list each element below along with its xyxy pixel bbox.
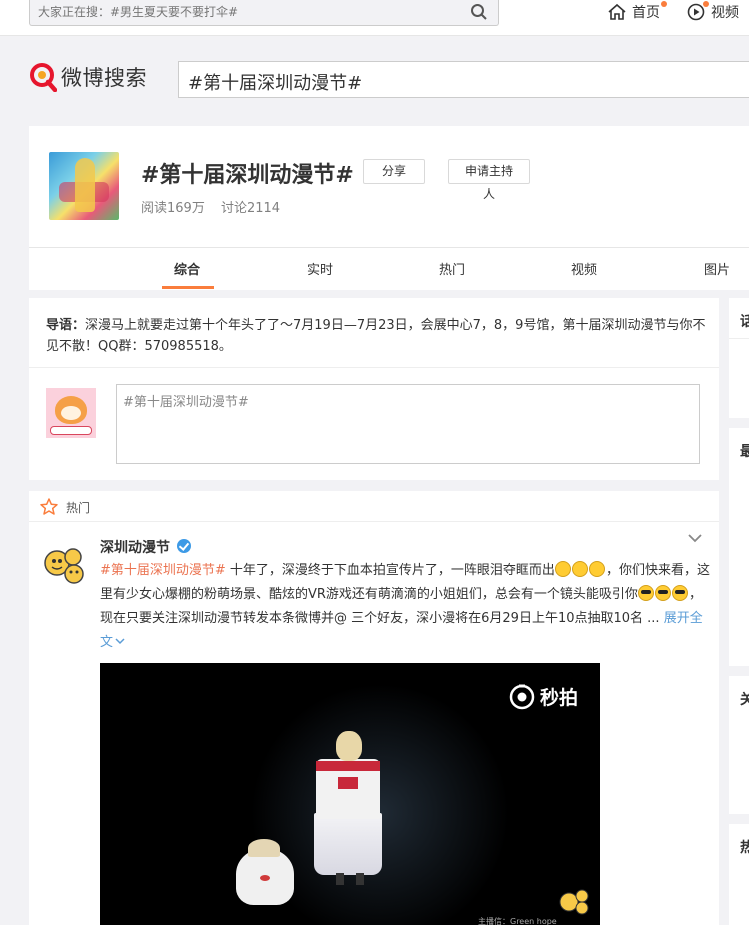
feed-section-header: 热门 [29,491,719,522]
sidebar-title: 热 [740,840,749,856]
nav-home[interactable]: 首页 [607,0,667,24]
tab-images[interactable]: 图片 [704,259,730,278]
plush-toy [236,839,294,905]
laugh-cry-emoji-icon [554,561,571,577]
sidebar-card-recent: 最 [729,428,749,666]
main-search-value: #第十届深圳动漫节# [188,73,363,94]
post-text-part: 十年了，深漫终于下血本拍宣传片了，一阵眼泪夺眶而出 [225,563,555,578]
search-logo-icon [30,63,57,92]
search-icon[interactable] [470,3,488,21]
notification-dot [703,1,709,7]
nav-video-label: 视频 [711,5,739,21]
miaopai-watermark: 秒拍 [509,683,578,710]
sunglasses-emoji-icon [671,585,688,601]
watermark-text: 秒拍 [539,687,578,709]
topic-title: #第十届深圳动漫节# [141,163,354,188]
guide-prefix: 导语： [46,318,86,333]
performer-leg [336,873,344,885]
sidebar-title: 关 [740,692,749,708]
performer-leg [356,873,364,885]
topic-cover-image [49,152,119,220]
author-name[interactable]: 深圳动漫节 [100,537,170,557]
nav-video[interactable]: 视频 [686,0,739,24]
hashtag-link[interactable]: #第十届深圳动漫节# [100,563,226,578]
feed-card: 热门 深圳动漫节 #第十届深圳动漫节# 十年了，深漫终于下血本拍宣传片了，一阵眼… [29,491,719,925]
composer-value: #第十届深圳动漫节# [123,395,249,410]
laugh-cry-emoji-icon [588,561,605,577]
tab-hot[interactable]: 热门 [439,259,465,278]
author-avatar[interactable] [40,541,88,589]
top-search-input[interactable] [38,3,458,21]
star-icon [40,498,58,515]
logo-text: 微博搜索 [61,66,147,90]
user-avatar[interactable] [46,388,96,438]
read-count: 阅读169万 [141,201,205,216]
tab-video[interactable]: 视频 [571,259,597,278]
performer [314,813,382,875]
divider [29,367,719,368]
laugh-cry-emoji-icon [571,561,588,577]
sidebar-title: 最 [740,444,749,460]
performer-head [336,731,362,761]
divider [729,338,749,339]
channel-logo-icon [559,889,589,915]
home-icon [608,3,626,20]
topic-card: #第十届深圳动漫节# 分享 申请主持人 阅读169万 讨论2114 综合 实时 … [29,126,749,290]
share-button[interactable]: 分享 [363,159,425,184]
chevron-down-icon[interactable] [688,533,702,543]
miaopai-logo-icon [509,684,535,709]
topic-tabs: 综合 实时 热门 视频 图片 [29,247,749,290]
topic-stats: 阅读169万 讨论2114 [141,197,292,216]
apply-host-button[interactable]: 申请主持人 [448,159,530,201]
sidebar-card-topic: 话 [729,298,749,418]
video-caption: 主播信：Green hope [478,917,557,925]
performer-shirt [316,759,380,819]
post-text: #第十届深圳动漫节# 十年了，深漫终于下血本拍宣传片了，一阵眼泪夺眶而出 ，你们快… [100,559,710,655]
guide-text: 深漫马上就要走过第十个年头了了～7月19日—7月23日，会展中心7，8，9号馆，… [46,318,706,354]
active-tab-indicator [162,286,214,289]
tab-realtime[interactable]: 实时 [307,259,333,278]
sidebar-card-hot: 热 [729,824,749,925]
verified-badge-icon [177,539,191,553]
sunglasses-emoji-icon [637,585,654,601]
weibo-search-logo[interactable]: 微博搜索 [29,62,147,92]
topic-guide: 导语：深漫马上就要走过第十个年头了了～7月19日—7月23日，会展中心7，8，9… [46,315,706,357]
top-navbar: 首页 视频 [0,0,749,36]
main-search-input[interactable]: #第十届深圳动漫节# [178,61,749,98]
top-search-box[interactable] [29,0,499,26]
sidebar-card-related: 关 [729,676,749,814]
sunglasses-emoji-icon [654,585,671,601]
tab-overview[interactable]: 综合 [174,259,200,278]
guide-card: 导语：深漫马上就要走过第十个年头了了～7月19日—7月23日，会展中心7，8，9… [29,298,719,480]
video-player[interactable]: 秒拍 主播信：Green hope [100,663,600,925]
chevron-down-icon [115,638,125,645]
post-composer[interactable]: #第十届深圳动漫节# [116,384,700,464]
discussion-count: 讨论2114 [220,201,281,216]
notification-dot [661,1,667,7]
feed-section-label: 热门 [66,501,91,515]
nav-home-label: 首页 [632,5,660,21]
sidebar-title: 话 [740,314,749,330]
